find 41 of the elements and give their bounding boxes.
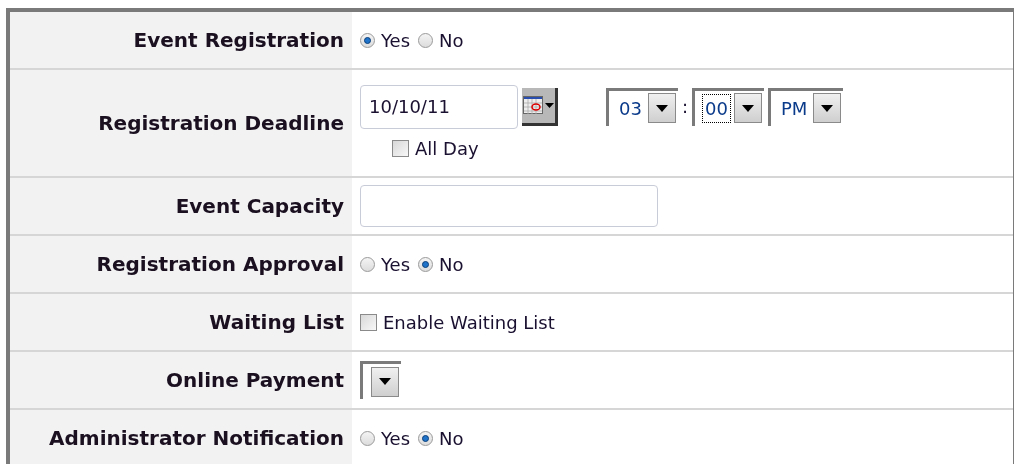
caret-icon <box>741 104 754 112</box>
field-label: Administrator Notification <box>49 425 344 452</box>
caret-icon <box>379 378 391 385</box>
checkbox[interactable] <box>360 313 377 331</box>
calendar-icon <box>523 96 543 114</box>
dropdown-arrow-button[interactable] <box>813 93 842 123</box>
dropdown-arrow-button[interactable] <box>647 93 676 123</box>
capacity-field[interactable] <box>360 185 658 227</box>
radio-button[interactable] <box>360 32 375 48</box>
radio-label: No <box>439 426 464 451</box>
checkbox-label: All Day <box>415 136 479 161</box>
radio-label: Yes <box>381 28 411 53</box>
caret-icon <box>821 104 834 112</box>
checkbox[interactable] <box>392 139 409 157</box>
dropdown-arrow-button[interactable] <box>733 93 762 123</box>
checkbox-label: Enable Waiting List <box>383 310 555 335</box>
radio-button[interactable] <box>418 256 434 272</box>
radio-label: No <box>439 28 464 53</box>
field-label: Event Capacity <box>175 193 344 220</box>
calendar-button[interactable] <box>522 87 558 126</box>
caret-icon <box>655 104 668 112</box>
radio-label: Yes <box>381 426 411 451</box>
payment-dropdown[interactable] <box>360 361 401 399</box>
radio-label: Yes <box>381 252 411 277</box>
field-label: Event Registration <box>133 27 344 54</box>
field-label: Waiting List <box>209 309 344 336</box>
radio-button[interactable] <box>418 32 434 48</box>
radio-button[interactable] <box>360 430 375 446</box>
time-separator: : <box>681 95 688 119</box>
radio-button[interactable] <box>418 430 434 446</box>
date-field[interactable]: 10/10/11 <box>360 84 518 129</box>
radio-button[interactable] <box>360 256 375 272</box>
minute-dropdown[interactable]: 00 <box>692 87 764 126</box>
dropdown-arrow-button[interactable] <box>371 366 399 397</box>
period-dropdown[interactable]: PM <box>767 87 844 126</box>
field-label: Registration Approval <box>96 251 344 278</box>
field-label: Registration Deadline <box>98 110 344 137</box>
field-label: Online Payment <box>166 367 344 394</box>
radio-label: No <box>439 252 464 277</box>
caret-icon <box>545 102 554 108</box>
hour-dropdown[interactable]: 03 <box>606 87 678 126</box>
